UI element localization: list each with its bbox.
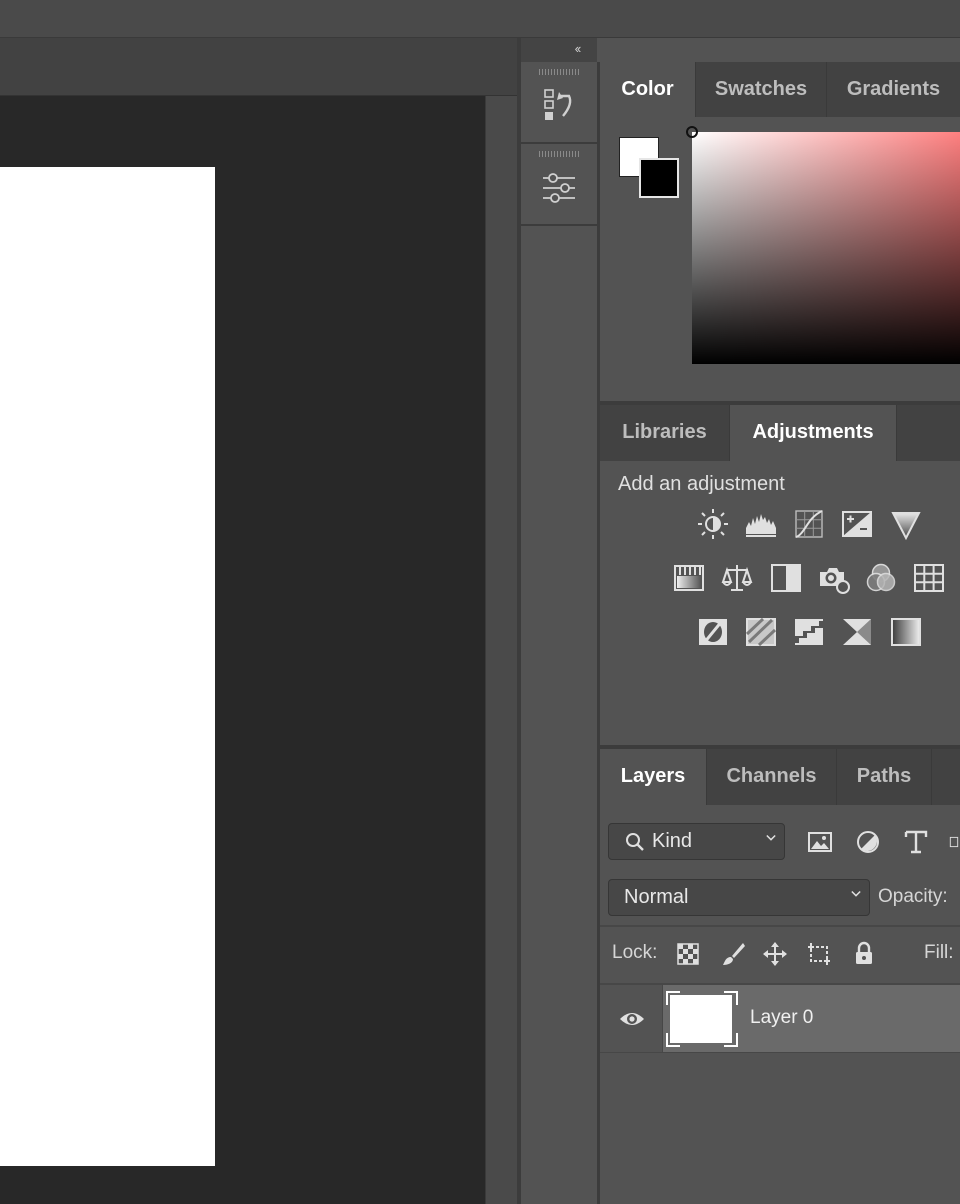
background-color-swatch[interactable] (639, 158, 679, 198)
photo-filter-icon[interactable] (816, 560, 852, 596)
divider (600, 1052, 960, 1053)
tab-paths[interactable]: Paths (837, 749, 932, 805)
color-panel-tabs: Color Swatches Gradients (600, 62, 960, 117)
adjustment-filter-icon[interactable] (854, 828, 882, 856)
tab-adjustments[interactable]: Adjustments (730, 405, 897, 461)
color-lookup-icon[interactable] (911, 560, 947, 596)
brightness-contrast-icon[interactable] (695, 506, 731, 542)
layer-name[interactable]: Layer 0 (750, 1007, 813, 1029)
properties-icon[interactable] (541, 170, 577, 206)
selective-color-icon[interactable] (839, 614, 875, 650)
color-balance-icon[interactable] (719, 560, 755, 596)
color-field[interactable] (692, 132, 960, 364)
collapse-panels-icon[interactable]: ‹‹ (565, 38, 589, 60)
chevron-down-icon (766, 834, 776, 841)
layer-row[interactable]: Layer 0 (600, 985, 960, 1052)
posterize-icon[interactable] (743, 614, 779, 650)
blend-mode-select[interactable]: Normal (608, 879, 870, 916)
lock-position-icon[interactable] (761, 940, 789, 968)
hue-saturation-icon[interactable] (671, 560, 707, 596)
filter-kind-label: Kind (652, 830, 693, 852)
search-icon (625, 832, 645, 852)
invert-icon[interactable] (695, 614, 731, 650)
fill-label: Fill: (924, 942, 954, 963)
adjustments-panel-tabs: Libraries Adjustments (600, 405, 960, 461)
tab-channels[interactable]: Channels (707, 749, 837, 805)
tab-layers[interactable]: Layers (600, 749, 707, 805)
chevron-down-icon (851, 890, 861, 897)
document-tab-bar (0, 38, 517, 96)
document-canvas[interactable] (0, 167, 215, 1166)
opacity-label: Opacity: (878, 886, 948, 907)
adjustments-panel (600, 461, 960, 745)
tab-color[interactable]: Color (600, 62, 696, 117)
eye-icon[interactable] (618, 1008, 646, 1030)
layer-thumbnail[interactable] (666, 991, 738, 1047)
thumbnail-selection-corners (666, 991, 738, 1047)
tab-libraries[interactable]: Libraries (600, 405, 730, 461)
lock-label: Lock: (612, 942, 658, 963)
levels-icon[interactable] (743, 506, 779, 542)
tab-gradients[interactable]: Gradients (827, 62, 960, 117)
panel-dock (521, 62, 600, 1204)
threshold-icon[interactable] (791, 614, 827, 650)
exposure-icon[interactable] (839, 506, 875, 542)
gradient-map-icon[interactable] (888, 614, 924, 650)
dock-grip[interactable] (539, 151, 579, 157)
layer-filter-select[interactable]: Kind (608, 823, 785, 860)
black-white-icon[interactable] (768, 560, 804, 596)
divider (600, 925, 960, 927)
tab-swatches[interactable]: Swatches (696, 62, 827, 117)
type-filter-icon[interactable] (902, 828, 930, 856)
history-icon[interactable] (541, 86, 577, 126)
vertical-scrollbar[interactable] (485, 96, 518, 1204)
blend-mode-value: Normal (624, 886, 689, 908)
dock-separator (521, 142, 597, 144)
vibrance-icon[interactable] (888, 506, 924, 542)
layers-panel-tabs: Layers Channels Paths (600, 749, 960, 805)
lock-transparent-pixels-icon[interactable] (674, 940, 702, 968)
application-bar (0, 0, 960, 38)
image-filter-icon[interactable] (806, 828, 834, 856)
adjustments-heading: Add an adjustment (618, 473, 785, 495)
lock-image-pixels-icon[interactable] (719, 940, 747, 968)
dock-separator (521, 224, 597, 226)
lock-all-icon[interactable] (850, 940, 878, 968)
shape-filter-icon[interactable] (948, 828, 960, 856)
lock-artboard-icon[interactable] (805, 940, 833, 968)
curves-icon[interactable] (791, 506, 827, 542)
color-picker-ring[interactable] (686, 126, 698, 138)
channel-mixer-icon[interactable] (863, 560, 899, 596)
dock-grip[interactable] (539, 69, 579, 75)
